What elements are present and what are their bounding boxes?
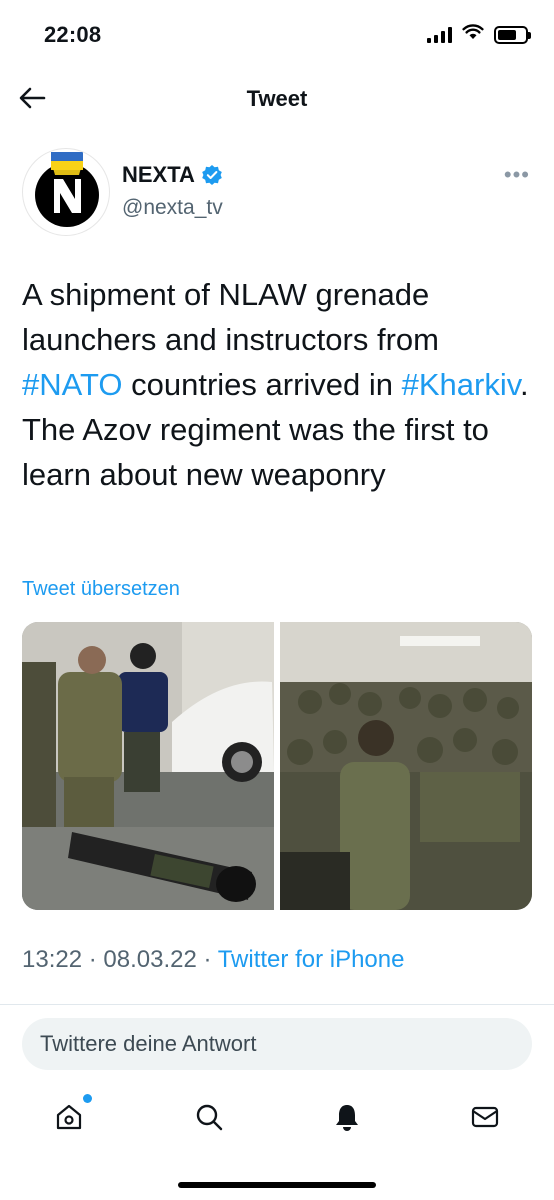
- divider: [0, 1004, 554, 1005]
- tweet-date: 08.03.22: [103, 946, 197, 973]
- author-name: NEXTA: [122, 162, 195, 187]
- tweet-media: [22, 622, 532, 910]
- avatar[interactable]: [22, 148, 110, 236]
- tweet-author: NEXTA @nexta_tv •••: [22, 148, 532, 238]
- author-name-row[interactable]: NEXTA: [122, 162, 223, 188]
- cellular-signal-icon: [427, 26, 452, 43]
- photo-instructor-nlaw: [22, 622, 274, 910]
- nav-bar: Tweet: [0, 66, 554, 130]
- more-options-icon[interactable]: •••: [504, 162, 530, 188]
- tab-messages[interactable]: [468, 1100, 502, 1134]
- tweet-text-segment: countries arrived in: [122, 367, 402, 402]
- reply-input[interactable]: Twittere deine Antwort: [22, 1018, 532, 1070]
- nexta-logo-icon: [35, 152, 99, 227]
- tweet-time: 13:22: [22, 946, 83, 973]
- battery-icon: [494, 25, 531, 44]
- wifi-icon: [462, 24, 484, 45]
- reply-placeholder: Twittere deine Antwort: [40, 1031, 257, 1056]
- bell-icon: [336, 1105, 358, 1131]
- search-icon: [196, 1104, 223, 1131]
- home-icon: [56, 1104, 82, 1130]
- tweet-text: A shipment of NLAW grenade launchers and…: [22, 272, 538, 497]
- mail-icon: [471, 1106, 499, 1128]
- hashtag-link[interactable]: #Kharkiv: [402, 367, 520, 402]
- battery-level: [498, 29, 517, 40]
- photo-soldiers-briefing: [279, 622, 532, 910]
- meta-separator: ·: [82, 946, 104, 973]
- home-indicator[interactable]: [178, 1182, 376, 1188]
- translate-tweet-link[interactable]: Tweet übersetzen: [22, 578, 180, 601]
- tab-notifications[interactable]: [330, 1100, 364, 1134]
- tab-home[interactable]: [52, 1094, 92, 1134]
- tweet-source-link[interactable]: Twitter for iPhone: [218, 946, 405, 973]
- status-bar: 22:08: [0, 0, 554, 66]
- meta-separator: ·: [196, 946, 218, 973]
- status-time: 22:08: [44, 22, 102, 47]
- verified-badge-icon: [202, 165, 222, 185]
- tweet-photo-1[interactable]: [22, 622, 275, 910]
- tweet-photo-2[interactable]: [279, 622, 533, 910]
- notification-dot: [83, 1094, 92, 1103]
- tweet-meta: 13:22 · 08.03.22 · Twitter for iPhone: [22, 946, 404, 974]
- status-icons: [427, 24, 531, 45]
- hashtag-link[interactable]: #NATO: [22, 367, 123, 402]
- author-handle[interactable]: @nexta_tv: [122, 196, 223, 220]
- tab-bar: [0, 1084, 554, 1164]
- tab-search[interactable]: [192, 1100, 226, 1134]
- page-title: Tweet: [246, 86, 308, 111]
- tweet-text-segment: A shipment of NLAW grenade launchers and…: [22, 277, 439, 357]
